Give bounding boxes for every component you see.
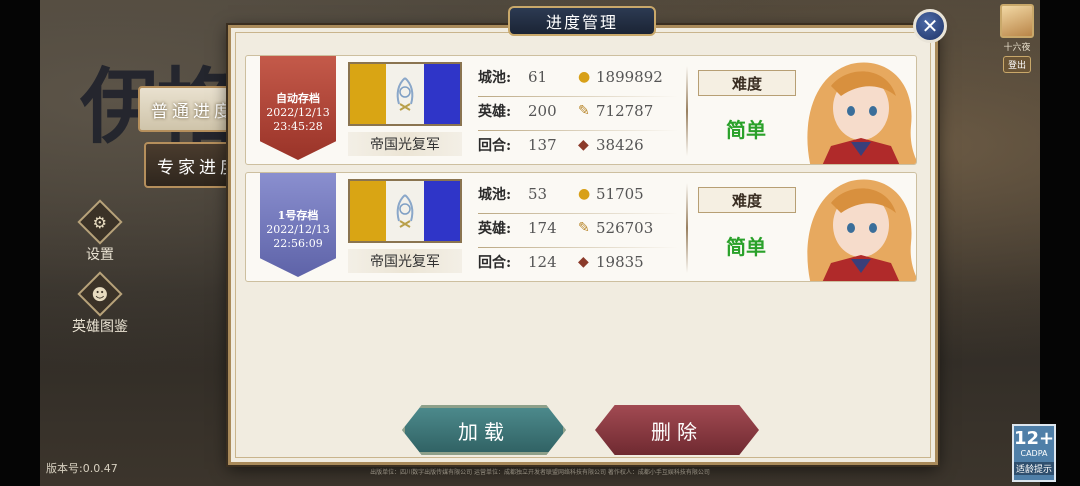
user-panel: 十六夜 登出 [996, 4, 1038, 73]
load-button[interactable]: 加载 [402, 405, 566, 455]
hero-gallery-button[interactable]: ☻ 英雄图鉴 [70, 271, 130, 336]
stat-cities: 城池: 61 ● 1899892 [478, 68, 663, 86]
divider [686, 183, 688, 273]
save-slot-name: 自动存档 [276, 92, 320, 105]
card-icon: ◆ [578, 254, 589, 270]
difficulty-label: 难度 [698, 70, 796, 96]
food-amount: 526703 [596, 219, 654, 237]
wheat-icon: ✎ [578, 103, 590, 119]
gold-amount: 1899892 [596, 68, 663, 86]
faction-name: 帝国光复军 [348, 132, 462, 156]
faction-flag [348, 62, 462, 126]
close-button[interactable]: ✕ [913, 9, 947, 43]
age-rating-org: CADPA [1020, 449, 1048, 458]
right-letterbox [1040, 0, 1080, 486]
version-label: 版本号:0.0.47 [46, 462, 118, 475]
close-icon: ✕ [921, 14, 939, 38]
hero-gallery-label: 英雄图鉴 [72, 319, 128, 335]
save-time: 22:56:09 [273, 237, 323, 250]
age-rating-tip: 适龄提示 [1014, 462, 1054, 475]
stat-turns: 回合: 137 ◆ 38426 [478, 136, 644, 154]
gear-icon: ⚙ [77, 199, 123, 245]
delete-button[interactable]: 删除 [595, 405, 759, 455]
gold-amount: 51705 [596, 185, 644, 203]
save-time: 23:45:28 [273, 120, 323, 133]
card-icon: ◆ [578, 137, 589, 153]
save-date: 2022/12/13 [266, 223, 330, 236]
left-letterbox [0, 0, 40, 486]
wreath-emblem-icon [396, 194, 414, 228]
age-rating-number: 12+ [1014, 428, 1055, 449]
stat-heroes: 英雄: 174 ✎ 526703 [478, 219, 654, 237]
gold-coin-icon: ● [578, 186, 591, 202]
settings-button[interactable]: ⚙ 设置 [70, 199, 130, 264]
save-ribbon: 自动存档 2022/12/13 23:45:28 [260, 56, 336, 160]
stat-heroes: 英雄: 200 ✎ 712787 [478, 102, 654, 120]
save-slot-auto[interactable]: 自动存档 2022/12/13 23:45:28 帝国光复军 城池: 61 ● … [245, 55, 917, 165]
save-ribbon: 1号存档 2022/12/13 22:56:09 [260, 173, 336, 277]
portrait-icon: ☻ [77, 271, 123, 317]
difficulty-value: 简单 [726, 235, 766, 259]
user-name: 十六夜 [1003, 43, 1031, 53]
stat-turns: 回合: 124 ◆ 19835 [478, 253, 644, 271]
difficulty-value: 简单 [726, 118, 766, 142]
hero-portrait [807, 179, 916, 281]
gold-coin-icon: ● [578, 69, 591, 85]
save-date: 2022/12/13 [266, 106, 330, 119]
wreath-emblem-icon [396, 77, 414, 111]
difficulty-label: 难度 [698, 187, 796, 213]
avatar[interactable] [1000, 4, 1034, 38]
dialog-title: 进度管理 [508, 6, 656, 36]
save-slot-1[interactable]: 1号存档 2022/12/13 22:56:09 帝国光复军 城池: 53 ● … [245, 172, 917, 282]
divider [686, 66, 688, 156]
wheat-icon: ✎ [578, 220, 590, 236]
save-slot-name: 1号存档 [277, 209, 319, 222]
settings-label: 设置 [86, 247, 114, 263]
logout-button[interactable]: 登出 [1002, 56, 1031, 73]
stat-cities: 城池: 53 ● 51705 [478, 185, 644, 203]
faction-name: 帝国光复军 [348, 249, 462, 273]
faction-flag [348, 179, 462, 243]
food-amount: 712787 [596, 102, 654, 120]
card-amount: 38426 [596, 136, 644, 154]
hero-portrait [807, 62, 916, 164]
age-rating-badge: 12+ CADPA 适龄提示 [1012, 424, 1056, 482]
card-amount: 19835 [596, 253, 644, 271]
publisher-footer: 出版单位：四川数字出版传媒有限公司 运营单位：成都独立开发者联盟网络科技有限公司… [370, 469, 710, 476]
